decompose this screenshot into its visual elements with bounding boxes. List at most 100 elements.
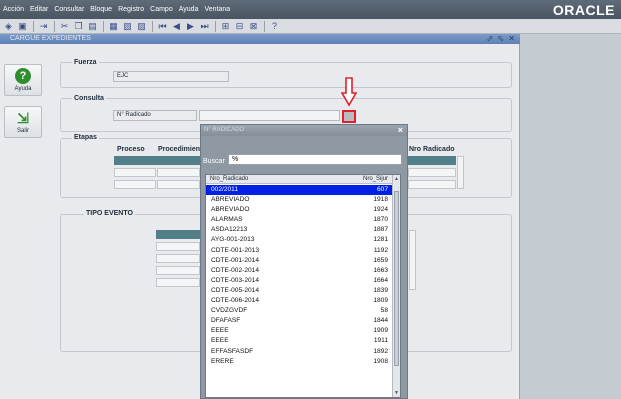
exit-icon[interactable]: ⇥ (37, 20, 50, 32)
list-item[interactable]: ALARMAS 1870 (206, 215, 394, 225)
toolbar: ◈ ▣ ⇥ ✂ ❐ ▤ ▦ ▧ ▨ ⏮ ◀ ▶ ⏭ ⊞ ⊟ ⊠ ? (0, 19, 621, 34)
scroll-up-icon[interactable]: ▲ (393, 175, 400, 183)
radicado-cell: CDTE-001-2013 (211, 246, 260, 254)
close-icon[interactable]: × (398, 125, 403, 136)
list-item[interactable]: EEEE 1911 (206, 336, 394, 346)
paste-icon[interactable]: ▤ (86, 20, 99, 32)
list-item[interactable]: CDTE-001-2013 1192 (206, 246, 394, 256)
help-button[interactable]: ? Ayuda (4, 64, 42, 96)
list-item[interactable]: EEEE 1909 (206, 326, 394, 336)
scroll-down-icon[interactable]: ▼ (393, 389, 400, 397)
scroll-thumb[interactable] (394, 191, 399, 366)
next-record-icon[interactable]: ▶ (184, 20, 197, 32)
copy-icon[interactable]: ❐ (72, 20, 85, 32)
lov-button[interactable] (342, 110, 356, 123)
menu-bloque[interactable]: Bloque (87, 6, 115, 13)
etapas-cell[interactable] (114, 180, 156, 189)
radicado-input[interactable] (199, 110, 340, 121)
lov-list: Nro_Radicado Nro_Sijur 002/2011 607 ABREVI… (205, 174, 401, 398)
cancel-query-icon[interactable]: ▨ (135, 20, 148, 32)
list-rows: 002/2011 607 ABREVIADO 1918 ABREVIADO 1924 ALA… (206, 185, 394, 367)
window-controls[interactable]: ⬀ ⬁ ✕ (486, 34, 516, 44)
print-icon[interactable]: ▣ (16, 20, 29, 32)
tipo-evento-cell[interactable] (156, 278, 200, 287)
oracle-logo: ORACLE (552, 2, 615, 18)
toolbar-separator (103, 20, 104, 32)
list-item[interactable]: ERERE 1908 (206, 357, 394, 367)
etapas-cell[interactable] (408, 168, 456, 177)
menu-ayuda[interactable]: Ayuda (176, 6, 202, 13)
list-item[interactable]: CDTE-001-2014 1659 (206, 256, 394, 266)
sijur-cell: 1924 (373, 206, 388, 214)
menu-accion[interactable]: Acción (0, 6, 27, 13)
etapas-scrollbar[interactable] (457, 156, 464, 189)
list-item[interactable]: CVDZGVDF 58 (206, 306, 394, 316)
list-item[interactable]: ABREVIADO 1924 (206, 205, 394, 215)
save-icon[interactable]: ◈ (2, 20, 15, 32)
list-item[interactable]: EFFASFASDF 1892 (206, 347, 394, 357)
fuerza-field[interactable]: EJC (113, 71, 229, 82)
sijur-cell: 1839 (373, 286, 388, 294)
list-item[interactable]: DFAFASF 1844 (206, 316, 394, 326)
execute-query-icon[interactable]: ▧ (121, 20, 134, 32)
list-item[interactable]: CDTE-002-2014 1663 (206, 266, 394, 276)
menu-editar[interactable]: Editar (27, 6, 51, 13)
menu-ventana[interactable]: Ventana (201, 6, 233, 13)
exit-button[interactable]: ⇲ Salir (4, 106, 42, 138)
previous-record-icon[interactable]: ◀ (170, 20, 183, 32)
consulta-title: Consulta (72, 95, 106, 102)
radicado-cell: ERERE (211, 357, 234, 365)
enter-query-icon[interactable]: ▦ (107, 20, 120, 32)
radicado-cell: 002/2011 (211, 186, 239, 193)
list-item[interactable]: ASDA12213 1887 (206, 225, 394, 235)
tipo-evento-cell[interactable] (156, 266, 200, 275)
col-procedimiento: Procedimien (158, 146, 201, 153)
sijur-cell: 607 (376, 186, 388, 193)
sijur-cell: 1892 (373, 347, 388, 355)
col-header-nro-sijur[interactable]: Nro_Sijur (363, 175, 388, 184)
sijur-cell: 1844 (373, 317, 388, 325)
tipo-evento-title: TIPO EVENTO (84, 210, 135, 217)
first-record-icon[interactable]: ⏮ (156, 20, 169, 32)
etapas-title: Etapas (72, 134, 99, 141)
last-record-icon[interactable]: ⏭ (198, 20, 211, 32)
list-scrollbar[interactable]: ▲ ▼ (392, 175, 400, 397)
cut-icon[interactable]: ✂ (58, 20, 71, 32)
toolbar-separator (264, 20, 265, 32)
radicado-cell: AYG-001-2013 (211, 236, 255, 244)
radicado-cell: ABREVIADO (211, 196, 250, 204)
menu-registro[interactable]: Registro (115, 6, 147, 13)
insert-record-icon[interactable]: ⊞ (219, 20, 232, 32)
tipo-evento-scrollbar[interactable] (409, 230, 416, 290)
menu-consultar[interactable]: Consultar (51, 6, 87, 13)
etapas-cell[interactable] (408, 180, 456, 189)
list-item[interactable]: 002/2011 607 (206, 185, 394, 196)
col-header-nro-radicado[interactable]: Nro_Radicado (210, 175, 248, 184)
delete-record-icon[interactable]: ⊟ (233, 20, 246, 32)
toolbar-separator (54, 20, 55, 32)
sijur-cell: 1809 (373, 297, 388, 305)
etapas-cell[interactable] (114, 168, 156, 177)
sijur-cell: 58 (380, 307, 388, 315)
help-button-label: Ayuda (14, 86, 32, 92)
help-icon[interactable]: ? (268, 20, 281, 32)
list-item[interactable]: ABREVIADO 1918 (206, 195, 394, 205)
tipo-evento-cell[interactable] (156, 242, 200, 251)
list-item[interactable]: CDTE-006-2014 1809 (206, 296, 394, 306)
menu-campo[interactable]: Campo (147, 6, 176, 13)
sijur-cell: 1918 (373, 196, 388, 204)
list-item[interactable]: CDTE-003-2014 1664 (206, 276, 394, 286)
radicado-cell: CDTE-002-2014 (211, 266, 260, 274)
tipo-evento-cell[interactable] (156, 254, 200, 263)
etapas-cell[interactable] (157, 168, 200, 177)
list-item[interactable]: AYG-001-2013 1281 (206, 235, 394, 245)
sijur-cell: 1870 (373, 216, 388, 224)
clear-record-icon[interactable]: ⊠ (247, 20, 260, 32)
search-label: Buscar (203, 158, 225, 165)
sijur-cell: 1664 (373, 276, 388, 284)
radicado-cell: EFFASFASDF (211, 347, 254, 355)
etapas-cell[interactable] (157, 180, 200, 189)
radicado-cell: CDTE-003-2014 (211, 276, 260, 284)
search-input[interactable]: % (228, 154, 402, 165)
list-item[interactable]: CDTE-005-2014 1839 (206, 286, 394, 296)
